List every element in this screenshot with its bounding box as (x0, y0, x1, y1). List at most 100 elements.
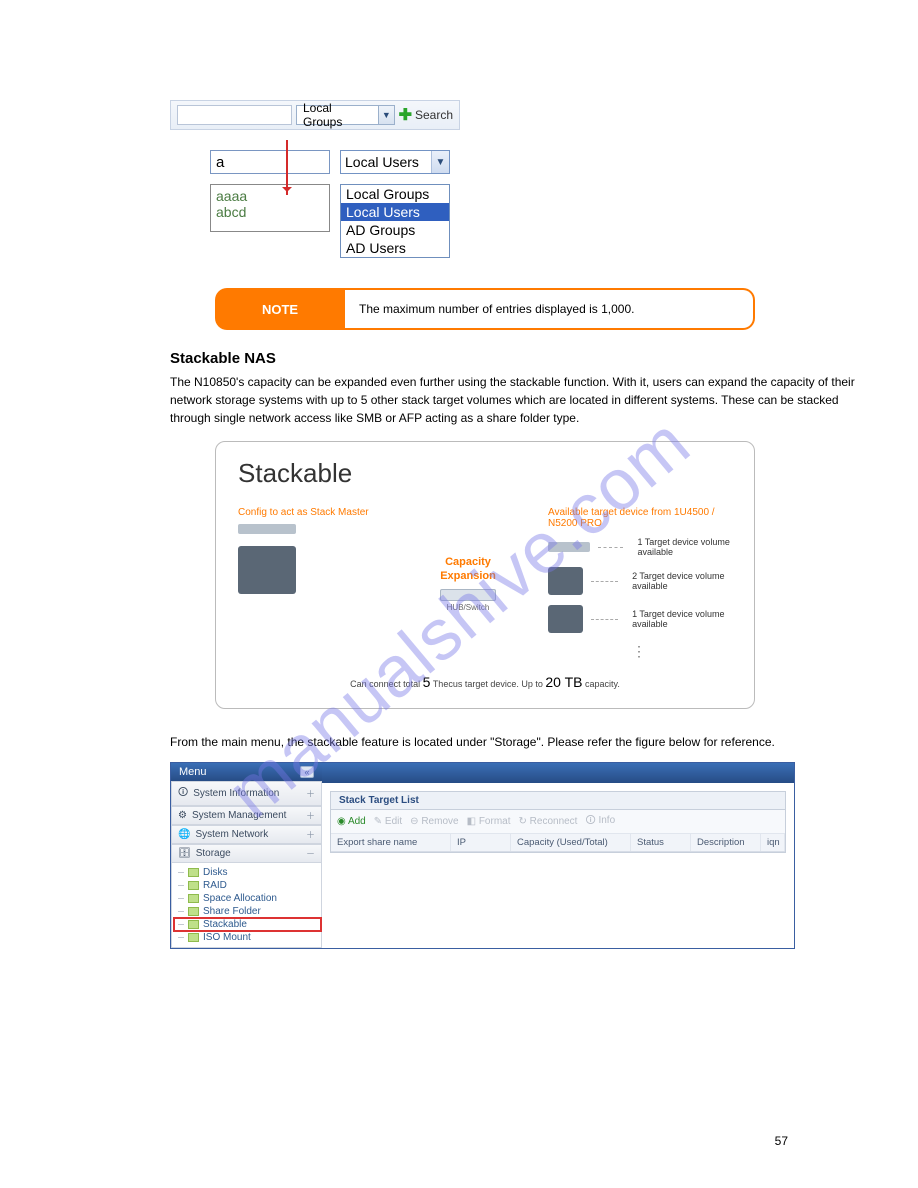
plus-icon: ✚ (399, 105, 412, 125)
format-button[interactable]: ◧ Format (467, 816, 511, 827)
note-body: The maximum number of entries displayed … (345, 288, 755, 330)
tree-label: RAID (203, 880, 227, 891)
expand-icon: ＋ (306, 809, 315, 822)
disk-icon (188, 881, 199, 890)
note-label: NOTE (215, 288, 345, 330)
nas-device-icon (238, 546, 296, 594)
dropdown-option[interactable]: AD Users (341, 239, 449, 257)
col-status: Status (631, 834, 691, 851)
device-row-label: 1 Target device volume available (637, 537, 732, 557)
table-header: Export share name IP Capacity (Used/Tota… (331, 834, 785, 852)
search-bar: Local Groups ▼ ✚ Search (170, 100, 460, 130)
menu-section-label: System Management (192, 810, 287, 821)
tree-label: ISO Mount (203, 932, 251, 943)
scope-dropdown-open: Local Groups Local Users AD Groups AD Us… (340, 184, 450, 258)
arrow-annotation (286, 140, 288, 195)
disk-icon (188, 933, 199, 942)
page-number: 57 (775, 1134, 788, 1148)
tree-item-raid[interactable]: RAID (174, 879, 321, 892)
filter-results-list: aaaa abcd (210, 184, 330, 232)
menu-panel: Menu « 🛈 System Information ＋ ⚙ System M… (171, 763, 322, 948)
collapse-icon[interactable]: « (300, 766, 314, 778)
add-button[interactable]: ◉ Add (337, 816, 366, 827)
intro-paragraph: The N10850's capacity can be expanded ev… (170, 373, 868, 427)
footer-text: Thecus target device. Up to (433, 679, 546, 689)
content-panel: Stack Target List ◉ Add ✎ Edit ⊖ Remove … (322, 763, 794, 948)
col-capacity: Capacity (Used/Total) (511, 834, 631, 851)
menu-section[interactable]: 🌐 System Network ＋ (171, 825, 322, 844)
ellipsis-icon: ⋮ (548, 643, 732, 660)
tree-label: Stackable (203, 919, 247, 930)
tree-item-share[interactable]: Share Folder (174, 905, 321, 918)
disk-icon (188, 894, 199, 903)
col-description: Description (691, 834, 761, 851)
tree-item-iso[interactable]: ISO Mount (174, 931, 321, 944)
footer-text: Can connect total (350, 679, 423, 689)
filter-input[interactable] (210, 150, 330, 174)
target-device-icon (548, 567, 583, 595)
list-item[interactable]: abcd (216, 204, 324, 220)
edit-label: Edit (385, 816, 402, 827)
menu-section-label: System Network (195, 829, 268, 840)
dropdown-option[interactable]: Local Groups (341, 185, 449, 203)
search-text-input[interactable] (177, 105, 292, 125)
info-button[interactable]: 🛈 Info (585, 813, 615, 830)
panel-title: Stack Target List (331, 792, 785, 810)
rack-device-icon (238, 524, 296, 534)
section-heading: Stackable NAS (170, 350, 868, 367)
diagram-footer: Can connect total 5 Thecus target device… (238, 674, 732, 690)
right-caption: Available target device from 1U4500 / N5… (548, 507, 732, 529)
storage-icon: 🗄 (178, 848, 191, 859)
dropdown-option-selected[interactable]: Local Users (341, 203, 449, 221)
menu-section[interactable]: 🗄 Storage － (171, 844, 322, 863)
connector-line (598, 547, 623, 548)
search-scope-select[interactable]: Local Groups ▼ (296, 105, 395, 125)
admin-screenshot: Menu « 🛈 System Information ＋ ⚙ System M… (170, 762, 795, 949)
search-scope-label: Local Groups (297, 101, 378, 129)
filter-scope-label: Local Users (341, 152, 431, 172)
dropdown-option[interactable]: AD Groups (341, 221, 449, 239)
hub-icon (440, 589, 496, 601)
remove-button[interactable]: ⊖ Remove (410, 816, 458, 827)
disk-icon (188, 868, 199, 877)
content-header-bar (322, 763, 794, 783)
col-iqn: iqn (761, 834, 785, 851)
menu-section[interactable]: ⚙ System Management ＋ (171, 806, 322, 825)
menu-header: Menu « (171, 763, 322, 781)
target-device-icon (548, 605, 583, 633)
add-label: Add (348, 816, 366, 827)
tree-item-space[interactable]: Space Allocation (174, 892, 321, 905)
filter-scope-select[interactable]: Local Users ▼ (340, 150, 450, 174)
connector-line (591, 581, 618, 582)
format-label: Format (479, 816, 511, 827)
disk-icon (188, 920, 199, 929)
menu-section-label: Storage (196, 848, 231, 859)
connector-line (591, 619, 618, 620)
tree-item-stackable[interactable]: Stackable (174, 918, 321, 931)
info-label: Info (598, 815, 615, 826)
device-row-label: 2 Target device volume available (632, 571, 732, 591)
list-item[interactable]: aaaa (216, 188, 324, 204)
hub-label: HUB/Switch (447, 603, 490, 612)
menu-section[interactable]: 🛈 System Information ＋ (171, 781, 322, 806)
edit-button[interactable]: ✎ Edit (374, 816, 402, 827)
remove-label: Remove (421, 816, 458, 827)
reconnect-button[interactable]: ↻ Reconnect (518, 816, 577, 827)
tree-label: Disks (203, 867, 227, 878)
tree-label: Space Allocation (203, 893, 277, 904)
note-callout: NOTE The maximum number of entries displ… (215, 288, 755, 330)
diagram-title: Stackable (238, 458, 732, 489)
info-icon: 🛈 (178, 785, 188, 802)
toolbar: ◉ Add ✎ Edit ⊖ Remove ◧ Format ↻ Reconne… (331, 810, 785, 834)
tree-item-disks[interactable]: Disks (174, 866, 321, 879)
expand-icon: － (306, 847, 315, 860)
search-button-label: Search (415, 108, 453, 122)
disk-icon (188, 907, 199, 916)
search-button[interactable]: ✚ Search (399, 105, 453, 125)
chevron-down-icon: ▼ (378, 106, 394, 124)
storage-tree: Disks RAID Space Allocation Share Folder… (171, 863, 322, 948)
target-device-icon (548, 542, 590, 552)
device-row-label: 1 Target device volume available (632, 609, 732, 629)
gear-icon: ⚙ (178, 810, 187, 821)
expand-icon: ＋ (306, 828, 315, 841)
